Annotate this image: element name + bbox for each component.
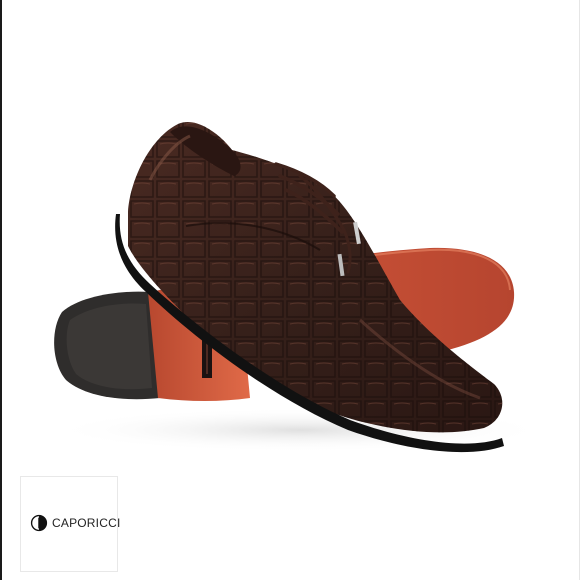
caporicci-logo-icon [30, 514, 48, 532]
product-photo-frame: CAPORICCI [0, 0, 580, 580]
brand-badge: CAPORICCI [20, 476, 121, 572]
brand-name: CAPORICCI [52, 516, 121, 530]
